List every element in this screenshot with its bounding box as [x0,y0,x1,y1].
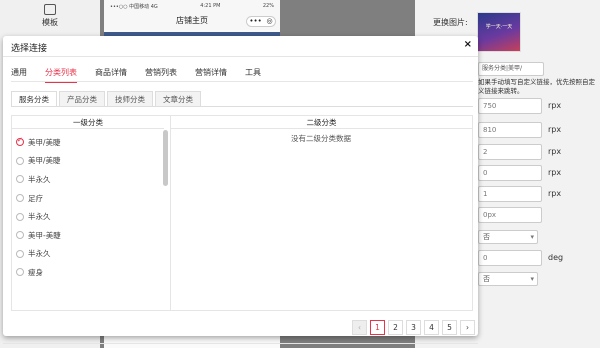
radio-icon [16,249,24,258]
template-label: 模板 [42,18,58,27]
select-b[interactable]: 否 [478,272,538,286]
subtab-service-category[interactable]: 服务分类 [11,91,57,107]
subtab-article-category[interactable]: 文章分类 [155,91,201,107]
margin-unit: rpx [548,147,562,156]
page-5-button[interactable]: 5 [442,320,457,335]
close-icon[interactable]: × [464,39,472,50]
height-input[interactable]: 810 [478,122,542,138]
level2-header: 二级分类 [170,116,472,129]
radio-icon [16,194,24,203]
category-type-tabs: 服务分类 产品分类 技师分类 文章分类 [11,91,203,107]
battery-text: 22% [262,3,274,9]
divider [11,81,473,82]
opacity-unit: rpx [548,189,562,198]
list-item[interactable]: 美甲/美睫 [16,152,161,171]
list-item[interactable]: 足疗 [16,189,161,208]
phone-status-bar: •••○○ 中国移动 4G 4:21 PM 22% [104,0,280,12]
phone-title-bar: 店铺主页 ••• ◎ [104,12,280,30]
pagination: ‹ 1 2 3 4 5 › [352,320,478,335]
level1-header: 一级分类 [12,116,164,129]
link-input[interactable]: 服务分类|美甲/ [478,62,544,76]
phone-title: 店铺主页 [176,16,208,25]
padding-unit: rpx [548,168,562,177]
select-link-modal: 选择连接 × 通用 分类列表 商品详情 营销列表 营销详情 工具 服务分类 产品… [3,36,478,344]
carrier-text: •••○○ 中国移动 4G [110,3,158,10]
rotate-unit: deg [548,253,564,262]
template-nav-item[interactable]: 模板 [0,0,100,34]
subtab-product-category[interactable]: 产品分类 [59,91,105,107]
rotate-input[interactable]: 0 [478,250,542,266]
list-scrollbar[interactable] [163,130,168,186]
page-2-button[interactable]: 2 [388,320,403,335]
level1-list: 美甲/美睫 美甲/美睫 半永久 足疗 半永久 美甲-美睫 半永久 瘦身 [16,133,161,282]
mini-program-capsule[interactable]: ••• ◎ [246,16,276,27]
next-page-button[interactable]: › [460,320,475,335]
select-a[interactable]: 否 [478,230,538,244]
page-3-button[interactable]: 3 [406,320,421,335]
item-label: 美甲-美睫 [28,230,61,240]
list-item[interactable]: 半永久 [16,245,161,264]
item-label: 足疗 [28,193,43,203]
banner-thumbnail[interactable]: 学一天·一天 [477,12,521,52]
width-unit: rpx [548,101,562,110]
divider [3,343,478,344]
item-label: 半永久 [28,249,51,259]
radio-icon [16,231,24,240]
width-input[interactable]: 750 [478,98,542,114]
list-item[interactable]: 半永久 [16,207,161,226]
column-divider [170,129,171,311]
page-1-button[interactable]: 1 [370,320,385,335]
image-label: 更换图片: [433,18,468,27]
time-text: 4:21 PM [200,3,221,9]
radius-input[interactable]: 0px [478,207,542,223]
divider [11,106,473,107]
category-table: 一级分类 二级分类 美甲/美睫 美甲/美睫 半永久 足疗 半永久 美甲-美睫 半… [11,115,473,311]
subtab-technician-category[interactable]: 技师分类 [107,91,153,107]
target-icon: ◎ [266,17,273,25]
padding-input[interactable]: 0 [478,165,542,181]
item-label: 半永久 [28,212,51,222]
modal-header: 选择连接 × [3,36,478,57]
list-item[interactable]: 半永久 [16,170,161,189]
radio-icon [16,212,24,221]
link-note: 如果手动填写自定义链接，优先按照自定义链接来跳转。 [478,78,595,95]
radio-icon [16,156,24,165]
list-item[interactable]: 美甲-美睫 [16,226,161,245]
radio-checked-icon [16,136,24,147]
item-label: 瘦身 [28,267,43,277]
height-unit: rpx [548,125,562,134]
level2-empty-note: 没有二级分类数据 [291,134,351,143]
list-item[interactable]: 瘦身 [16,263,161,282]
margin-input[interactable]: 2 [478,144,542,160]
page-4-button[interactable]: 4 [424,320,439,335]
item-label: 半永久 [28,174,51,184]
modal-title: 选择连接 [11,44,48,54]
radio-icon [16,268,24,277]
opacity-input[interactable]: 1 [478,186,542,202]
item-label: 美甲/美睫 [28,137,61,147]
thumb-text: 学一天·一天 [485,24,513,30]
radio-icon [16,175,24,184]
list-item[interactable]: 美甲/美睫 [16,133,161,152]
item-label: 美甲/美睫 [28,156,61,166]
template-icon [44,4,56,15]
more-icon: ••• [249,17,262,25]
prev-page-button[interactable]: ‹ [352,320,367,335]
